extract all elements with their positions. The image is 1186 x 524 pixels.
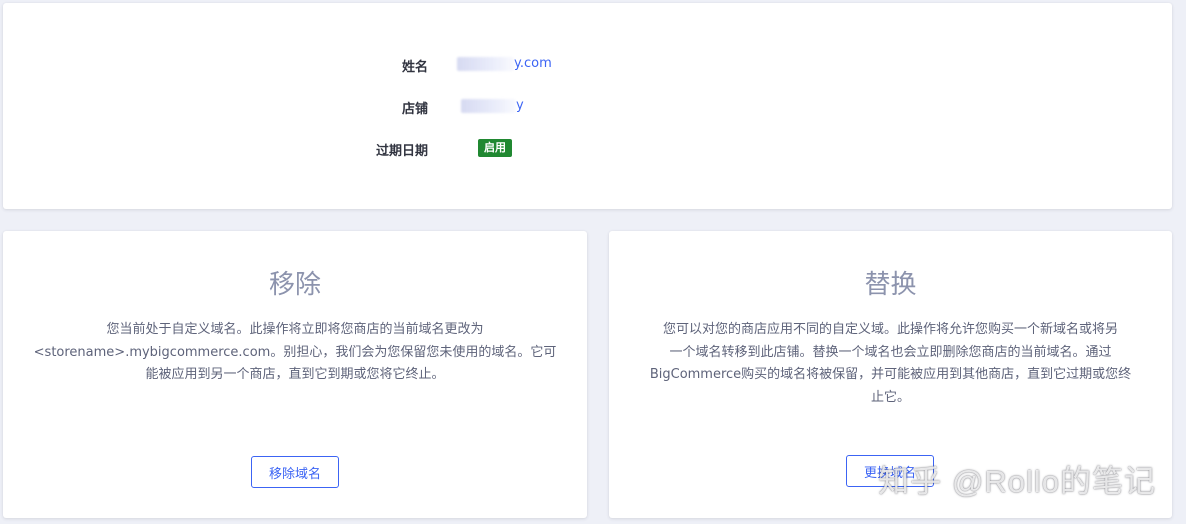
remove-description-line: 能被应用到另一个商店，直到它到期或您将它终止。 (145, 367, 445, 382)
redacted-name-blur (457, 56, 514, 71)
name-label: 姓名 (401, 60, 428, 75)
status-badge: 启用 (478, 139, 512, 157)
replace-description-line: 止它。 (870, 389, 910, 405)
expiry-label: 过期日期 (375, 144, 428, 159)
replace-title: 替换 (864, 270, 917, 300)
replace-domain-button[interactable]: 更换域名 (846, 455, 934, 487)
remove-description-line: 您当前处于自定义域名。此操作将立即将您商店的当前域名更改为 (106, 322, 484, 337)
domain-info-card: 姓名 y.com 店铺 y 过期日期 启用 (3, 3, 1172, 209)
store-value-suffix: y (516, 98, 524, 113)
replace-description-line: 您可以对您的商店应用不同的自定义域。此操作将允许您购买一个新域名或将另 (662, 322, 1118, 337)
redacted-store-blur (461, 98, 516, 113)
remove-description-line: <storename>.mybigcommerce.com。别担心，我们会为您保… (33, 344, 557, 360)
remove-description: 您当前处于自定义域名。此操作将立即将您商店的当前域名更改为 <storename… (13, 319, 577, 387)
store-value: y (461, 98, 524, 113)
store-label: 店铺 (401, 102, 428, 117)
remove-domain-button[interactable]: 移除域名 (251, 456, 339, 488)
remove-title: 移除 (268, 270, 321, 300)
replace-domain-card: 替换 您可以对您的商店应用不同的自定义域。此操作将允许您购买一个新域名或将另 一… (609, 231, 1172, 518)
replace-description: 您可以对您的商店应用不同的自定义域。此操作将允许您购买一个新域名或将另 一个域名… (619, 319, 1162, 409)
name-value-suffix: y.com (514, 56, 552, 71)
replace-description-line: BigCommerce购买的域名将被保留，并可能被应用到其他商店，直到它过期或您… (649, 367, 1132, 382)
replace-description-line: 一个域名转移到此店铺。替换一个域名也会立即删除您商店的当前域名。通过 (669, 344, 1112, 360)
remove-domain-card: 移除 您当前处于自定义域名。此操作将立即将您商店的当前域名更改为 <storen… (3, 231, 587, 518)
name-value: y.com (457, 56, 552, 71)
